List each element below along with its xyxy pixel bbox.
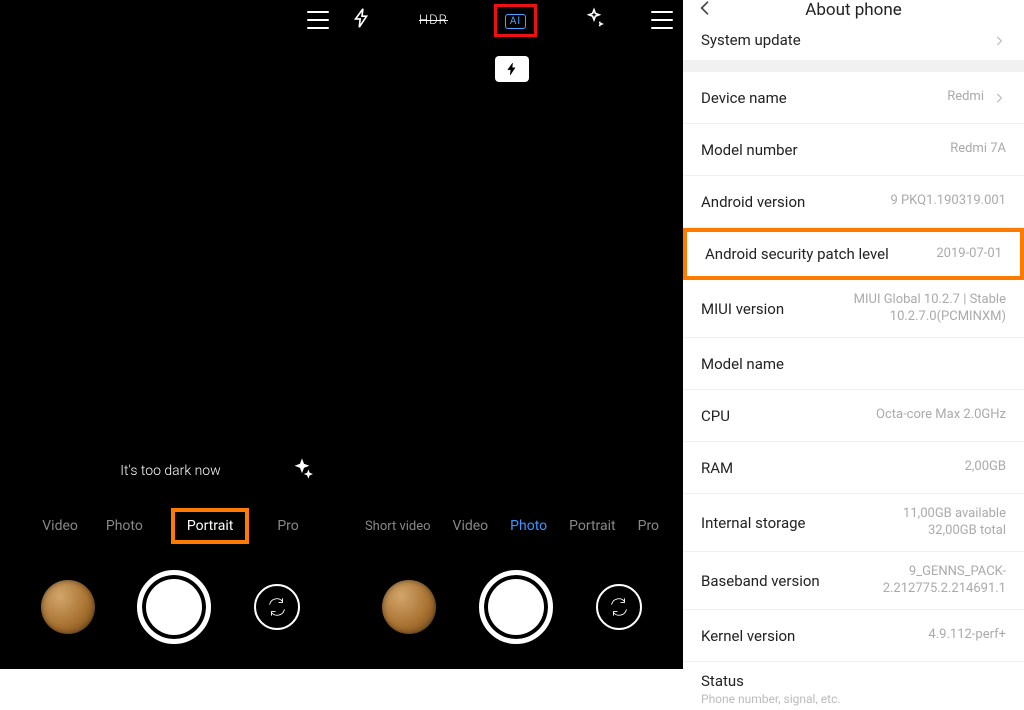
row-label: Status: [701, 672, 1006, 690]
camera-mode-strip: Video Photo Portrait Pro: [0, 503, 341, 549]
camera-top-bar: HDR AI: [341, 0, 683, 40]
row-status[interactable]: Status Phone number, signal, etc.: [683, 662, 1024, 710]
shutter-button[interactable]: [479, 570, 553, 644]
menu-icon[interactable]: [651, 11, 673, 29]
switch-camera-icon[interactable]: [254, 584, 300, 630]
shutter-button[interactable]: [137, 570, 211, 644]
mode-photo[interactable]: Photo: [106, 518, 143, 534]
mode-short-video[interactable]: Short video: [365, 519, 431, 534]
camera-mode-strip: Short video Video Photo Portrait Pro: [341, 503, 683, 549]
beautify-icon[interactable]: [291, 458, 313, 484]
row-value: Redmi: [947, 89, 984, 106]
chevron-right-icon: [992, 33, 1006, 47]
row-label: Model name: [701, 355, 784, 373]
row-security-patch[interactable]: Android security patch level 2019-07-01: [683, 228, 1024, 280]
row-value: MIUI Global 10.2.7 | Stable 10.2.7.0(PCM…: [841, 292, 1006, 326]
mode-pro[interactable]: Pro: [277, 518, 298, 534]
page-title: About phone: [805, 0, 902, 20]
back-icon[interactable]: [695, 0, 719, 22]
row-value: 2019-07-01: [936, 246, 1002, 263]
row-android-version[interactable]: Android version 9 PKQ1.190319.001: [683, 176, 1024, 228]
gallery-thumbnail[interactable]: [41, 580, 95, 634]
chevron-right-icon: [992, 90, 1006, 104]
row-subtitle: Phone number, signal, etc.: [701, 692, 1006, 706]
mode-photo[interactable]: Photo: [510, 518, 547, 534]
row-value: Redmi 7A: [950, 141, 1006, 158]
flash-auto-chip[interactable]: [495, 56, 529, 82]
mode-video[interactable]: Video: [453, 518, 489, 534]
row-miui-version[interactable]: MIUI version MIUI Global 10.2.7 | Stable…: [683, 280, 1024, 338]
row-label: Model number: [701, 141, 798, 159]
switch-camera-icon[interactable]: [596, 584, 642, 630]
mode-portrait[interactable]: Portrait: [569, 518, 615, 534]
camera-photo-screen: HDR AI Short video Video Photo Portrait …: [341, 0, 683, 669]
gallery-thumbnail[interactable]: [382, 580, 436, 634]
row-internal-storage[interactable]: Internal storage 11,00GB available 32,00…: [683, 494, 1024, 552]
row-value: 11,00GB available 32,00GB total: [903, 506, 1006, 540]
row-label: Android version: [701, 193, 805, 211]
row-label: RAM: [701, 459, 733, 477]
row-value: 9_GENNS_PACK-2.212775.2.214691.1: [841, 564, 1006, 598]
flash-icon[interactable]: [351, 7, 373, 33]
row-label: Device name: [701, 89, 787, 107]
row-label: Baseband version: [701, 572, 820, 590]
row-ram[interactable]: RAM 2,00GB: [683, 442, 1024, 494]
row-model-number[interactable]: Model number Redmi 7A: [683, 124, 1024, 176]
shutter-row: [341, 557, 683, 657]
mode-video[interactable]: Video: [42, 518, 78, 534]
row-cpu[interactable]: CPU Octa-core Max 2.0GHz: [683, 390, 1024, 442]
row-label: Kernel version: [701, 627, 795, 645]
row-value: 2,00GB: [965, 459, 1006, 476]
row-value: Octa-core Max 2.0GHz: [876, 407, 1006, 424]
menu-icon[interactable]: [307, 11, 329, 29]
row-label: Internal storage: [701, 514, 806, 532]
row-label: CPU: [701, 407, 730, 425]
settings-header: About phone: [683, 0, 1024, 20]
filters-icon[interactable]: [583, 7, 605, 33]
shutter-row: [0, 557, 341, 657]
viewfinder-warning: It's too dark now: [0, 463, 341, 479]
row-model-name[interactable]: Model name: [683, 338, 1024, 390]
row-device-name[interactable]: Device name Redmi: [683, 72, 1024, 124]
row-label: System update: [701, 31, 801, 49]
camera-top-bar: [0, 0, 341, 40]
about-phone-screen: About phone System update Device name Re…: [683, 0, 1024, 669]
row-system-update[interactable]: System update: [683, 20, 1024, 72]
row-baseband-version[interactable]: Baseband version 9_GENNS_PACK-2.212775.2…: [683, 552, 1024, 610]
row-value: 9 PKQ1.190319.001: [890, 193, 1006, 210]
hdr-toggle[interactable]: HDR: [419, 13, 448, 28]
row-value: 4.9.112-perf+: [928, 627, 1006, 644]
ai-toggle[interactable]: AI: [505, 14, 526, 29]
row-label: Android security patch level: [705, 245, 889, 263]
row-label: MIUI version: [701, 300, 784, 318]
mode-portrait[interactable]: Portrait: [171, 508, 249, 544]
ai-toggle-highlight: AI: [494, 4, 537, 37]
camera-portrait-screen: It's too dark now Video Photo Portrait P…: [0, 0, 341, 669]
mode-pro[interactable]: Pro: [638, 518, 659, 534]
row-kernel-version[interactable]: Kernel version 4.9.112-perf+: [683, 610, 1024, 662]
